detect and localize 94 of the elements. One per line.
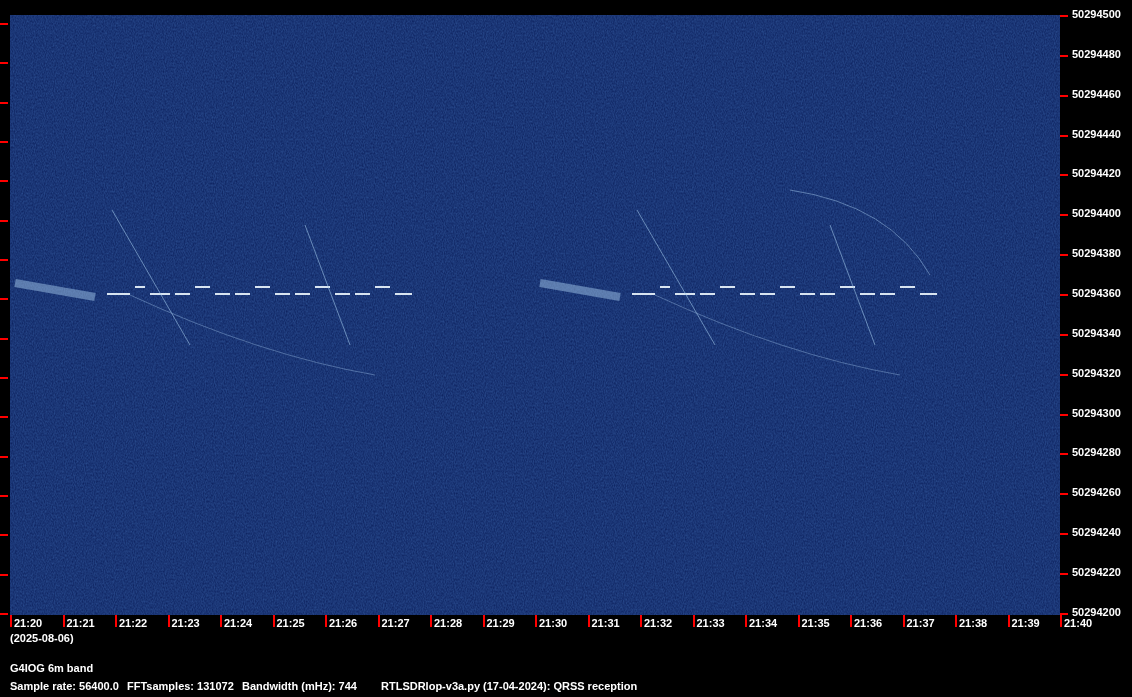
axis-tick bbox=[430, 615, 432, 627]
time-label: 21:20 bbox=[14, 616, 43, 631]
frequency-label: 50294360 bbox=[1072, 286, 1121, 300]
time-label: 21:24 bbox=[224, 616, 253, 631]
time-label: 21:28 bbox=[434, 616, 463, 631]
axis-tick bbox=[1060, 573, 1068, 576]
time-label: 21:25 bbox=[276, 616, 305, 631]
frequency-label: 50294300 bbox=[1072, 405, 1121, 420]
axis-tick bbox=[1060, 413, 1068, 416]
frequency-label: 50294460 bbox=[1072, 86, 1121, 101]
time-label: 21:36 bbox=[854, 616, 883, 631]
axis-tick bbox=[10, 615, 12, 627]
time-label: 21:21 bbox=[66, 616, 95, 631]
axis-tick bbox=[692, 615, 695, 627]
axis-tick bbox=[0, 298, 8, 301]
axis-tick bbox=[1060, 254, 1068, 257]
axis-tick bbox=[587, 615, 590, 627]
frequency-label: 50294500 bbox=[1072, 7, 1121, 21]
axis-tick bbox=[377, 615, 380, 627]
axis-tick bbox=[0, 337, 8, 340]
axis-tick bbox=[0, 573, 8, 576]
time-label: 21:32 bbox=[644, 616, 673, 631]
axis-tick bbox=[955, 615, 957, 627]
axis-tick bbox=[535, 615, 537, 627]
time-label: 21:22 bbox=[119, 616, 148, 631]
axis-tick bbox=[0, 23, 8, 25]
time-label: 21:33 bbox=[696, 616, 725, 631]
axis-tick bbox=[220, 615, 222, 627]
axis-tick bbox=[1060, 174, 1068, 177]
date-label: (2025-08-06) bbox=[9, 631, 75, 645]
time-label: 21:27 bbox=[381, 616, 410, 631]
time-label: 21:31 bbox=[591, 616, 620, 631]
axis-tick bbox=[1060, 333, 1068, 336]
station-title: G4IOG 6m band bbox=[9, 661, 95, 675]
axis-tick bbox=[0, 612, 8, 615]
axis-tick bbox=[1060, 54, 1068, 57]
axis-tick bbox=[1060, 453, 1068, 456]
frequency-label: 50294280 bbox=[1072, 445, 1121, 460]
time-label: 21:34 bbox=[749, 616, 778, 631]
axis-tick bbox=[1060, 134, 1068, 137]
info-text: Bandwidth (mHz): 744 bbox=[242, 679, 358, 693]
time-label: 21:29 bbox=[486, 616, 515, 631]
frequency-label: 50294420 bbox=[1072, 166, 1121, 181]
frequency-label: 50294260 bbox=[1072, 485, 1121, 500]
frequency-label: 50294480 bbox=[1072, 46, 1121, 61]
axis-tick bbox=[1007, 615, 1010, 627]
time-label: 21:39 bbox=[1011, 616, 1040, 631]
axis-tick bbox=[0, 258, 8, 261]
time-label: 21:26 bbox=[329, 616, 358, 631]
frequency-label: 50294320 bbox=[1072, 365, 1121, 380]
axis-tick bbox=[115, 615, 117, 627]
axis-tick bbox=[62, 615, 65, 627]
axis-tick bbox=[1060, 533, 1068, 536]
axis-tick bbox=[272, 615, 275, 627]
axis-tick bbox=[1060, 15, 1068, 17]
axis-tick bbox=[1060, 94, 1068, 97]
frequency-label: 50294380 bbox=[1072, 246, 1121, 261]
frequency-label: 50294440 bbox=[1072, 126, 1121, 141]
axis-tick bbox=[0, 455, 8, 458]
info-text: Sample rate: 56400.0 bbox=[10, 679, 120, 693]
axis-tick bbox=[482, 615, 485, 627]
axis-tick bbox=[1060, 373, 1068, 376]
axis-tick bbox=[0, 101, 8, 104]
time-label: 21:30 bbox=[539, 616, 568, 631]
frequency-label: 50294240 bbox=[1072, 525, 1121, 540]
time-label: 21:35 bbox=[801, 616, 830, 631]
axis-tick bbox=[0, 219, 8, 222]
axis-tick bbox=[745, 615, 747, 627]
axis-tick bbox=[0, 534, 8, 537]
axis-tick bbox=[797, 615, 800, 627]
time-label: 21:37 bbox=[906, 616, 935, 631]
frequency-label: 50294200 bbox=[1072, 604, 1121, 619]
info-text: FFTsamples: 131072 bbox=[127, 679, 235, 693]
axis-tick bbox=[325, 615, 327, 627]
axis-tick bbox=[640, 615, 642, 627]
frequency-label: 50294340 bbox=[1072, 325, 1121, 340]
time-label: 21:40 bbox=[1064, 616, 1093, 631]
axis-tick bbox=[1060, 294, 1068, 296]
axis-tick bbox=[0, 180, 8, 183]
axis-tick bbox=[0, 62, 8, 65]
axis-tick bbox=[0, 494, 8, 497]
axis-tick bbox=[0, 416, 8, 419]
frequency-label: 50294400 bbox=[1072, 206, 1121, 221]
axis-tick bbox=[0, 376, 8, 379]
axis-tick bbox=[902, 615, 905, 627]
axis-tick bbox=[850, 615, 852, 627]
axis-tick bbox=[167, 615, 170, 627]
frequency-label: 50294220 bbox=[1072, 565, 1121, 580]
axis-tick bbox=[0, 141, 8, 143]
info-text: RTLSDRlop-v3a.py (17-04-2024): QRSS reception bbox=[381, 679, 639, 693]
time-label: 21:23 bbox=[171, 616, 200, 631]
time-label: 21:38 bbox=[959, 616, 988, 631]
axis-tick bbox=[1060, 493, 1068, 496]
axis-tick bbox=[1060, 214, 1068, 217]
